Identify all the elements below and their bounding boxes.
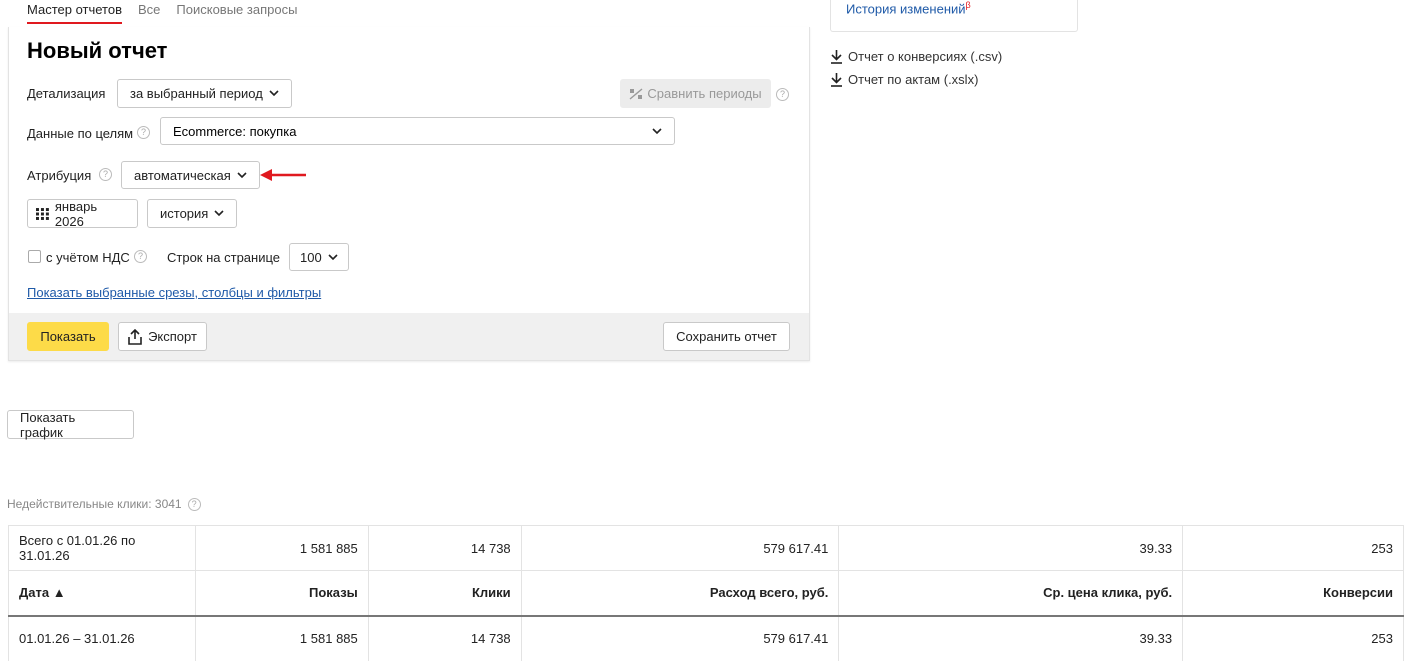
history-dropdown[interactable]: история <box>147 199 238 228</box>
export-button[interactable]: Экспорт <box>118 322 207 351</box>
header-impressions[interactable]: Показы <box>194 570 369 617</box>
save-report-button[interactable]: Сохранить отчет <box>663 322 790 351</box>
invalid-clicks-text: Недействительные клики: 3041 <box>7 497 182 511</box>
download-acts-label: Отчет по актам (.xslx) <box>848 72 979 87</box>
history-changes-label: История изменений <box>846 1 966 17</box>
export-button-label: Экспорт <box>148 329 197 344</box>
row-clicks-cell: 14 738 <box>367 615 522 661</box>
detail-dropdown-value: за выбранный период <box>130 86 263 101</box>
row-avg-cpc-cell: 39.33 <box>838 615 1184 661</box>
help-icon[interactable]: ? <box>187 497 201 511</box>
page-title: Новый отчет <box>27 38 168 63</box>
calendar-icon <box>36 207 49 220</box>
download-icon <box>831 73 842 87</box>
vat-checkbox[interactable] <box>28 250 41 263</box>
detail-label: Детализация <box>27 86 106 101</box>
period-picker-button[interactable]: январь 2026 <box>27 198 138 229</box>
vat-label: с учётом НДС <box>46 250 130 265</box>
history-dropdown-value: история <box>160 206 209 221</box>
header-spend[interactable]: Расход всего, руб. <box>520 570 840 617</box>
total-clicks-cell: 14 738 <box>367 525 522 571</box>
chevron-down-icon <box>652 127 662 134</box>
compare-icon <box>629 87 643 100</box>
total-label-cell: Всего с 01.01.26 по 31.01.26 <box>8 525 196 571</box>
download-acts-link[interactable]: Отчет по актам (.xslx) <box>830 72 978 87</box>
goals-select-value: Ecommerce: покупка <box>173 123 297 139</box>
invalid-clicks: Недействительные клики: 3041 ? <box>7 497 201 511</box>
table-row: 01.01.26 – 31.01.26 1 581 885 14 738 579… <box>8 615 1404 661</box>
goals-label: Данные по целям <box>27 126 134 141</box>
chevron-down-icon <box>237 171 247 178</box>
tab-report-wizard[interactable]: Мастер отчетов <box>27 0 122 24</box>
rows-per-page-label: Строк на странице <box>167 250 281 265</box>
red-arrow-annotation-icon <box>260 169 306 181</box>
row-conversions-cell: 253 <box>1182 615 1404 661</box>
help-icon[interactable]: ? <box>137 126 150 139</box>
total-avg-cpc-cell: 39.33 <box>838 525 1184 571</box>
row-spend-cell: 579 617.41 <box>520 615 840 661</box>
show-chart-button[interactable]: Показать график <box>7 410 134 440</box>
chevron-down-icon <box>328 253 338 260</box>
show-button[interactable]: Показать <box>27 322 109 351</box>
download-conversions-label: Отчет о конверсиях (.csv) <box>848 49 1003 64</box>
chevron-down-icon <box>214 210 224 217</box>
report-table: Всего с 01.01.26 по 31.01.26 1 581 885 1… <box>8 525 1404 661</box>
header-clicks[interactable]: Клики <box>367 570 522 617</box>
attribution-dropdown[interactable]: автоматическая <box>121 161 260 189</box>
help-icon[interactable]: ? <box>776 88 789 101</box>
header-conversions[interactable]: Конверсии <box>1182 570 1404 617</box>
help-icon[interactable]: ? <box>99 168 112 181</box>
total-row: Всего с 01.01.26 по 31.01.26 1 581 885 1… <box>8 525 1404 571</box>
header-date[interactable]: Дата ▲ <box>8 570 196 617</box>
report-tabs: Мастер отчетов Все Поисковые запросы <box>27 0 297 27</box>
detail-dropdown[interactable]: за выбранный период <box>117 79 292 108</box>
show-slices-link[interactable]: Показать выбранные срезы, столбцы и филь… <box>27 285 321 300</box>
header-avg-cpc[interactable]: Ср. цена клика, руб. <box>838 570 1184 617</box>
compare-periods-button[interactable]: Сравнить периоды <box>620 79 771 108</box>
beta-badge: β <box>965 0 971 10</box>
download-conversions-link[interactable]: Отчет о конверсиях (.csv) <box>830 49 1002 64</box>
tab-search-queries[interactable]: Поисковые запросы <box>176 0 297 17</box>
period-picker-label: январь 2026 <box>54 198 98 229</box>
goals-select[interactable]: Ecommerce: покупка <box>160 117 675 145</box>
tab-all[interactable]: Все <box>138 0 160 17</box>
help-icon[interactable]: ? <box>134 250 147 263</box>
total-spend-cell: 579 617.41 <box>520 525 840 571</box>
row-date-cell: 01.01.26 – 31.01.26 <box>8 615 196 661</box>
total-impressions-cell: 1 581 885 <box>194 525 369 571</box>
attribution-dropdown-value: автоматическая <box>134 167 231 183</box>
download-icon <box>831 50 842 64</box>
compare-periods-label: Сравнить периоды <box>647 86 762 101</box>
total-conversions-cell: 253 <box>1182 525 1404 571</box>
table-header-row: Дата ▲ Показы Клики Расход всего, руб. С… <box>8 570 1404 617</box>
row-impressions-cell: 1 581 885 <box>194 615 369 661</box>
report-settings-panel <box>8 27 810 361</box>
rows-per-page-value: 100 <box>300 249 322 265</box>
history-changes-link[interactable]: История измененийβ <box>846 0 971 16</box>
attribution-label: Атрибуция <box>27 168 92 183</box>
export-icon <box>128 328 142 345</box>
chevron-down-icon <box>269 90 279 97</box>
rows-per-page-dropdown[interactable]: 100 <box>289 243 349 271</box>
